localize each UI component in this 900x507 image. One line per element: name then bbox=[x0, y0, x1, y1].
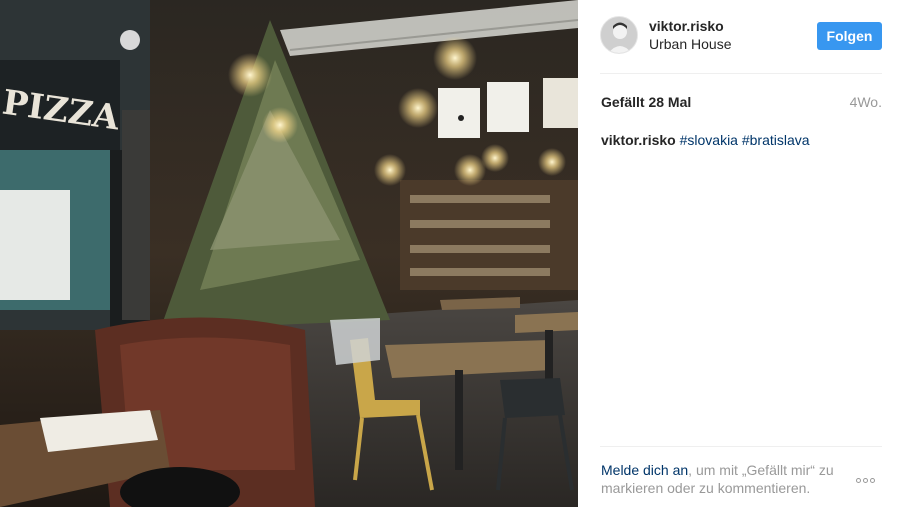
caption: viktor.risko #slovakia #bratislava bbox=[601, 131, 882, 149]
post-time[interactable]: 4Wo. bbox=[850, 94, 882, 110]
more-dot-icon bbox=[870, 478, 875, 483]
caption-username[interactable]: viktor.risko bbox=[601, 132, 676, 148]
login-prompt: Melde dich an, um mit „Gefällt mir“ zu m… bbox=[601, 461, 851, 497]
post-header: viktor.risko Urban House Folgen bbox=[600, 14, 882, 58]
footer-divider bbox=[600, 446, 882, 447]
likes-row: Gefällt 28 Mal 4Wo. bbox=[601, 94, 882, 112]
header-divider bbox=[600, 73, 882, 74]
user-info: viktor.risko Urban House bbox=[649, 18, 732, 53]
avatar[interactable] bbox=[600, 16, 638, 54]
more-options-icon[interactable] bbox=[856, 470, 882, 484]
more-dot-icon bbox=[856, 478, 861, 483]
follow-button[interactable]: Folgen bbox=[817, 22, 882, 50]
hashtag-slovakia[interactable]: #slovakia bbox=[680, 132, 738, 148]
location-link[interactable]: Urban House bbox=[649, 35, 732, 53]
hashtag-bratislava[interactable]: #bratislava bbox=[742, 132, 810, 148]
username-link[interactable]: viktor.risko bbox=[649, 18, 732, 35]
post-photo[interactable]: PIZZA bbox=[0, 0, 578, 507]
login-link[interactable]: Melde dich an bbox=[601, 462, 688, 478]
post-details-panel: viktor.risko Urban House Folgen Gefällt … bbox=[578, 0, 900, 507]
likes-count[interactable]: Gefällt 28 Mal bbox=[601, 94, 691, 110]
more-dot-icon bbox=[863, 478, 868, 483]
